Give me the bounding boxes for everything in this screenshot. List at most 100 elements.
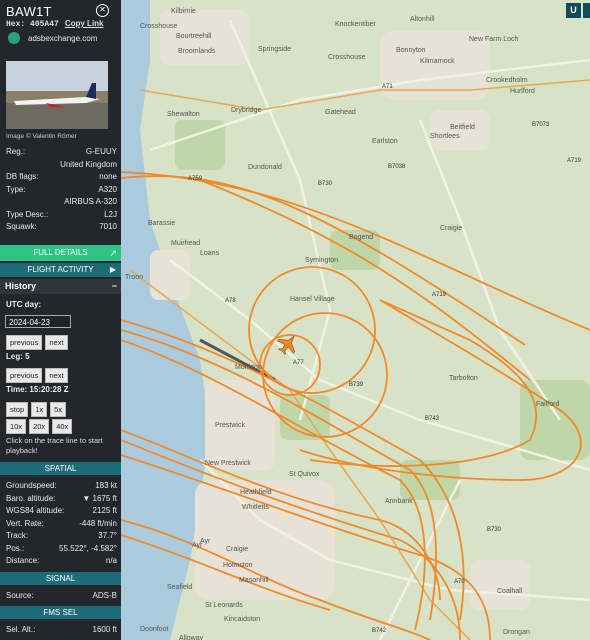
road-label: B730 [487,527,502,533]
flight-activity-label: FLIGHT ACTIVITY [27,265,94,274]
close-icon[interactable]: ✕ [96,4,109,17]
map-place-label: Whitletts [242,504,269,511]
fms-header: FMS SEL [0,606,121,619]
map-place-label: Shewalton [167,111,200,118]
map-layer-button[interactable] [583,3,590,18]
spatial-row: Track: 37.7° [0,530,121,543]
signal-value: ADS-B [92,590,117,600]
map-place-label: Knockentiber [335,21,377,28]
full-details-label: FULL DETAILS [33,248,88,257]
road-label: A719 [567,158,582,164]
road-label: A719 [432,292,447,298]
map-place-label: Crosshouse [328,54,365,61]
collapse-icon[interactable]: − [112,279,117,294]
info-row: Type: A320 [0,184,121,197]
map-place-label: Holmston [223,562,253,569]
map-place-label: Loans [200,250,220,257]
road-label: B742 [372,628,387,634]
map-place-label: New Prestwick [205,460,251,467]
callsign: BAW1T [6,4,52,19]
road-label: B730 [318,181,333,187]
map-place-label: St Quivox [289,471,320,478]
spatial-header: SPATIAL [0,462,121,475]
signal-label: Source: [6,590,34,600]
spatial-row: Distance: n/a [0,555,121,568]
full-details-button[interactable]: FULL DETAILS ↗ [0,245,121,261]
history-header[interactable]: History − [0,279,121,294]
spatial-value: -448 ft/min [79,518,117,528]
info-label: Squawk: [6,222,37,231]
speed-40x-button[interactable]: 40x [52,419,73,434]
signal-row: Source: ADS-B [0,590,121,603]
road-label: A759 [188,176,203,182]
aircraft-photo[interactable] [6,61,108,129]
map-place-label: Broomlands [178,48,216,55]
map-place-label: Craigie [226,546,248,553]
map-place-label: Dundonald [248,164,282,171]
spatial-value: n/a [105,556,117,565]
road-label: B743 [425,416,440,422]
spatial-value: 183 kt [95,481,117,490]
copy-link[interactable]: Copy Link [65,19,104,28]
info-row: Reg.: G-EUUY [0,146,121,159]
info-row: United Kingdom [0,159,121,172]
map-place-label: Ayr [200,538,211,545]
map-place-label: Heathfield [240,489,272,496]
source-site: adsbexchange.com [28,33,98,43]
leg-label: Leg: 5 [6,352,30,361]
info-row: AIRBUS A-320 [0,196,121,209]
info-value: A320 [98,184,117,194]
map-place-label: St Leonards [205,602,243,609]
road-label: B7073 [532,122,550,128]
map-place-label: Bourtreehill [176,33,212,40]
map-place-label: Annbank [385,498,413,505]
map-place-label: Failford [536,401,559,408]
info-row: Squawk: 7010 [0,221,121,234]
spatial-row: Vert. Rate: -448 ft/min [0,518,121,531]
map-place-label: Bogend [349,234,373,241]
spatial-value: 55.522°, -4.582° [59,543,117,553]
map-place-label: Kincaidston [224,616,260,623]
fms-label: Sel. Alt.: [6,625,36,634]
map-place-label: Tarbolton [449,375,478,382]
time-label: Time: 15:20:28 Z [6,385,69,394]
road-label: A70 [454,579,465,585]
aircraft-info: Reg.: G-EUUY United Kingdom DB flags: none Ty… [0,146,121,234]
adsbx-logo-icon [8,32,20,44]
stop-button[interactable]: stop [6,402,29,417]
map-place-label: Seafield [167,584,192,591]
next-day-button[interactable]: next [45,335,68,350]
map-place-label: Muirhead [171,240,200,247]
road-label: B739 [349,382,364,388]
info-value: 7010 [99,222,117,231]
info-label: Type: [6,184,26,194]
map-place-label: Drybridge [231,107,261,114]
info-value: none [99,172,117,181]
speed-20x-button[interactable]: 20x [29,419,50,434]
previous-day-button[interactable]: previous [6,335,43,350]
map-place-label: Crosshouse [140,23,177,30]
road-label: B7038 [388,164,406,170]
speed-5x-button[interactable]: 5x [50,402,67,417]
speed-10x-button[interactable]: 10x [6,419,27,434]
map-place-label: Kilbirnie [171,8,196,15]
flight-activity-button[interactable]: FLIGHT ACTIVITY ▶ [0,263,121,277]
spatial-section: SPATIAL Groundspeed: 183 kt Baro. altitude… [0,458,121,637]
map-place-label: Hansel Village [290,296,335,303]
hex-line: Hex: 405A47 Copy Link [6,19,104,29]
previous-leg-button[interactable]: previous [6,368,43,383]
spatial-label: Vert. Rate: [6,518,44,528]
date-input[interactable]: 2024-04-23 [5,315,71,328]
speed-1x-button[interactable]: 1x [31,402,48,417]
spatial-label: Pos.: [6,543,25,553]
fms-row: Sel. Alt.: 1600 ft [0,624,121,637]
hex-label: Hex: [6,20,26,29]
map-place-label: Prestwick [215,422,245,429]
map-place-label: New Farm Loch [469,36,519,43]
spatial-label: WGS84 altitude: [6,506,65,515]
signal-header: SIGNAL [0,571,121,585]
source-link[interactable]: adsbexchange.com [8,32,97,44]
next-leg-button[interactable]: next [45,368,68,383]
map-place-label: Doonfoot [140,626,168,633]
map-toggle-button[interactable]: U [566,3,581,18]
